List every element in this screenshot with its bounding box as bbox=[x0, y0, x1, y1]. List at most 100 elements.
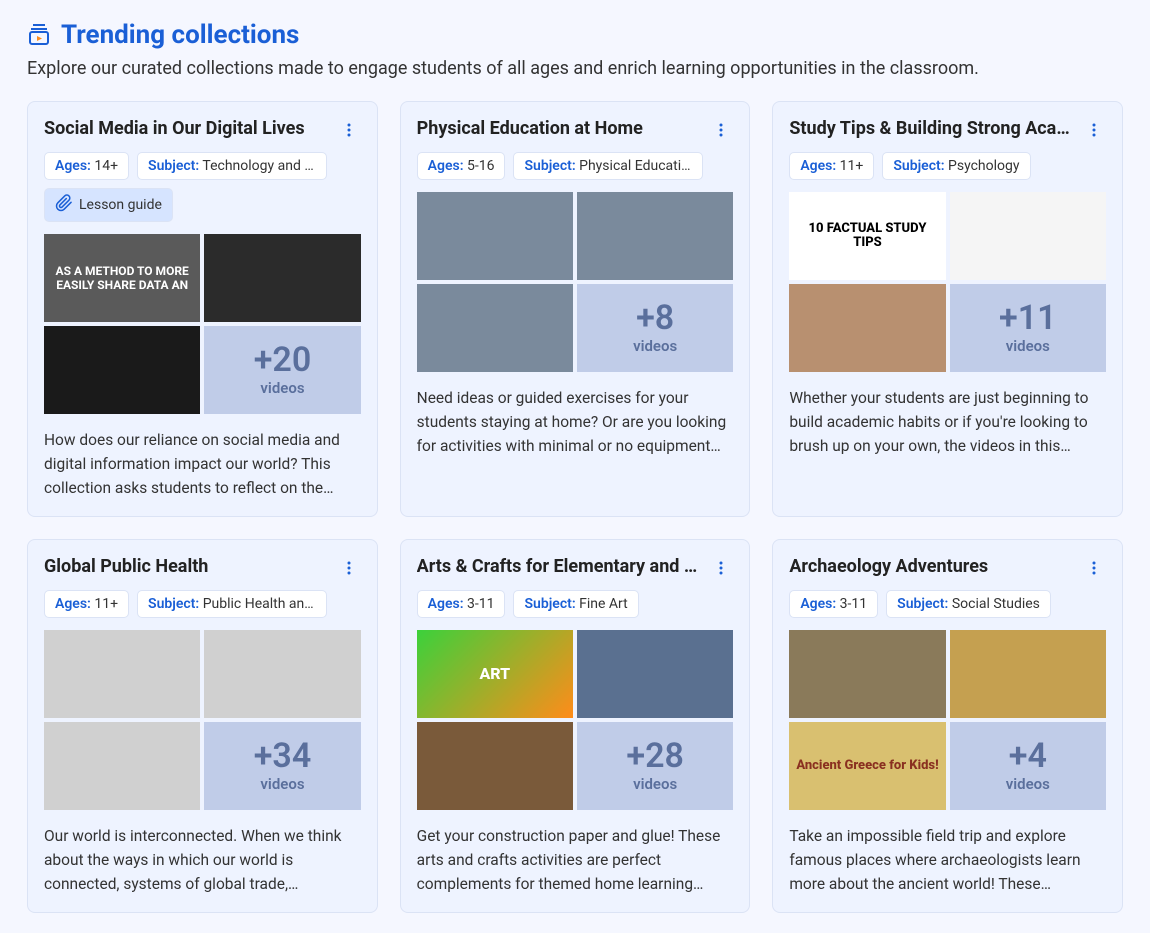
more-videos-label: videos bbox=[633, 337, 677, 355]
subject-value: Technology and C… bbox=[202, 158, 322, 174]
collection-card[interactable]: Physical Education at HomeAges: 5-16Subj… bbox=[400, 101, 751, 517]
subject-label: Subject: bbox=[893, 158, 944, 174]
more-videos-label: videos bbox=[260, 775, 304, 793]
more-options-button[interactable] bbox=[709, 556, 733, 580]
subject-value: Social Studies bbox=[952, 596, 1040, 612]
ages-label: Ages: bbox=[55, 158, 91, 174]
more-videos-count: +20 bbox=[254, 343, 312, 377]
thumbnails-grid: +34 videos bbox=[44, 630, 361, 810]
ages-badge[interactable]: Ages: 14+ bbox=[44, 152, 129, 180]
more-videos-label: videos bbox=[260, 379, 304, 397]
more-videos-label: videos bbox=[633, 775, 677, 793]
thumbnails-grid: ART +28 videos bbox=[417, 630, 734, 810]
badges-row: Ages: 14+ Subject: Technology and C… Lesso… bbox=[44, 152, 361, 222]
more-videos-count: +34 bbox=[254, 739, 312, 773]
more-videos-tile[interactable]: +28 videos bbox=[577, 722, 733, 810]
ages-value: 11+ bbox=[840, 158, 864, 174]
more-videos-count: +11 bbox=[999, 301, 1057, 335]
ages-value: 11+ bbox=[94, 596, 118, 612]
ages-badge[interactable]: Ages: 11+ bbox=[789, 152, 874, 180]
collection-card[interactable]: Archaeology AdventuresAges: 3-11Subject:… bbox=[772, 539, 1123, 913]
video-thumbnail[interactable] bbox=[789, 284, 945, 372]
subject-badge[interactable]: Subject: Social Studies bbox=[886, 590, 1051, 618]
more-videos-tile[interactable]: +34 videos bbox=[204, 722, 360, 810]
more-options-button[interactable] bbox=[337, 556, 361, 580]
subject-label: Subject: bbox=[148, 596, 199, 612]
badges-row: Ages: 3-11Subject: Fine Art bbox=[417, 590, 734, 618]
video-thumbnail[interactable] bbox=[577, 192, 733, 280]
ages-label: Ages: bbox=[800, 158, 836, 174]
video-thumbnail[interactable] bbox=[204, 234, 360, 322]
card-description: Need ideas or guided exercises for your … bbox=[417, 386, 734, 458]
more-options-button[interactable] bbox=[709, 118, 733, 142]
more-options-button[interactable] bbox=[1082, 556, 1106, 580]
thumbnails-grid: +8 videos bbox=[417, 192, 734, 372]
video-thumbnail[interactable] bbox=[204, 630, 360, 718]
subject-badge[interactable]: Subject: Fine Art bbox=[513, 590, 638, 618]
ages-value: 3-11 bbox=[467, 596, 494, 612]
page-subtitle: Explore our curated collections made to … bbox=[27, 58, 1123, 79]
video-thumbnail[interactable]: Ancient Greece for Kids! bbox=[789, 722, 945, 810]
more-videos-tile[interactable]: +20 videos bbox=[204, 326, 360, 414]
subject-badge[interactable]: Subject: Technology and C… bbox=[137, 152, 327, 180]
ages-badge[interactable]: Ages: 5-16 bbox=[417, 152, 506, 180]
video-thumbnail[interactable] bbox=[417, 722, 573, 810]
more-options-button[interactable] bbox=[337, 118, 361, 142]
more-videos-count: +28 bbox=[626, 739, 684, 773]
ages-value: 5-16 bbox=[467, 158, 494, 174]
video-thumbnail[interactable] bbox=[417, 192, 573, 280]
card-description: Get your construction paper and glue! Th… bbox=[417, 824, 734, 896]
collection-card[interactable]: Arts & Crafts for Elementary and E…Ages:… bbox=[400, 539, 751, 913]
card-title: Physical Education at Home bbox=[417, 118, 643, 139]
ages-badge[interactable]: Ages: 11+ bbox=[44, 590, 129, 618]
badges-row: Ages: 11+ Subject: Psychology bbox=[789, 152, 1106, 180]
subject-value: Psychology bbox=[948, 158, 1020, 174]
badges-row: Ages: 3-11 Subject: Social Studies bbox=[789, 590, 1106, 618]
collection-card[interactable]: Social Media in Our Digital LivesAges: 1… bbox=[27, 101, 378, 517]
card-description: How does our reliance on social media an… bbox=[44, 428, 361, 500]
subject-label: Subject: bbox=[897, 596, 948, 612]
video-thumbnail[interactable] bbox=[950, 192, 1106, 280]
video-thumbnail[interactable]: ART bbox=[417, 630, 573, 718]
card-title: Study Tips & Building Strong Acad… bbox=[789, 118, 1079, 139]
ages-label: Ages: bbox=[428, 158, 464, 174]
lesson-guide-label: Lesson guide bbox=[79, 197, 162, 213]
page-title: Trending collections bbox=[61, 20, 299, 50]
subject-label: Subject: bbox=[524, 158, 575, 174]
more-videos-count: +8 bbox=[636, 301, 674, 335]
subject-badge[interactable]: Subject: Public Health and … bbox=[137, 590, 327, 618]
video-thumbnail[interactable] bbox=[417, 284, 573, 372]
more-videos-tile[interactable]: +4videos bbox=[950, 722, 1106, 810]
video-thumbnail[interactable] bbox=[44, 630, 200, 718]
thumbnails-grid: 10 FACTUAL STUDY TIPS +11 videos bbox=[789, 192, 1106, 372]
subject-badge[interactable]: Subject: Physical Education bbox=[513, 152, 703, 180]
ages-badge[interactable]: Ages: 3-11 bbox=[417, 590, 506, 618]
subject-badge[interactable]: Subject: Psychology bbox=[882, 152, 1030, 180]
page-header: Trending collections bbox=[27, 20, 1123, 50]
ages-value: 14+ bbox=[94, 158, 118, 174]
collection-card[interactable]: Study Tips & Building Strong Acad… Ages: … bbox=[772, 101, 1123, 517]
card-title: Global Public Health bbox=[44, 556, 208, 577]
ages-badge[interactable]: Ages: 3-11 bbox=[789, 590, 878, 618]
video-thumbnail[interactable] bbox=[789, 630, 945, 718]
more-videos-label: videos bbox=[1006, 337, 1050, 355]
collection-card[interactable]: Global Public Health Ages: 11+ Subject: Pu… bbox=[27, 539, 378, 913]
video-thumbnail[interactable] bbox=[44, 326, 200, 414]
video-thumbnail[interactable] bbox=[44, 722, 200, 810]
badges-row: Ages: 5-16Subject: Physical Education bbox=[417, 152, 734, 180]
thumbnails-grid: AS A METHOD TO MORE EASILY SHARE DATA AN… bbox=[44, 234, 361, 414]
video-thumbnail[interactable]: AS A METHOD TO MORE EASILY SHARE DATA AN bbox=[44, 234, 200, 322]
video-thumbnail[interactable] bbox=[950, 630, 1106, 718]
more-videos-tile[interactable]: +8 videos bbox=[577, 284, 733, 372]
cards-grid: Social Media in Our Digital LivesAges: 1… bbox=[27, 101, 1123, 913]
more-options-button[interactable] bbox=[1082, 118, 1106, 142]
thumbnails-grid: Ancient Greece for Kids!+4videos bbox=[789, 630, 1106, 810]
more-videos-tile[interactable]: +11 videos bbox=[950, 284, 1106, 372]
badges-row: Ages: 11+ Subject: Public Health and … bbox=[44, 590, 361, 618]
video-thumbnail[interactable]: 10 FACTUAL STUDY TIPS bbox=[789, 192, 945, 280]
collection-icon bbox=[27, 23, 51, 47]
paperclip-icon bbox=[55, 194, 73, 216]
video-thumbnail[interactable] bbox=[577, 630, 733, 718]
subject-label: Subject: bbox=[148, 158, 199, 174]
lesson-guide-badge[interactable]: Lesson guide bbox=[44, 188, 173, 222]
